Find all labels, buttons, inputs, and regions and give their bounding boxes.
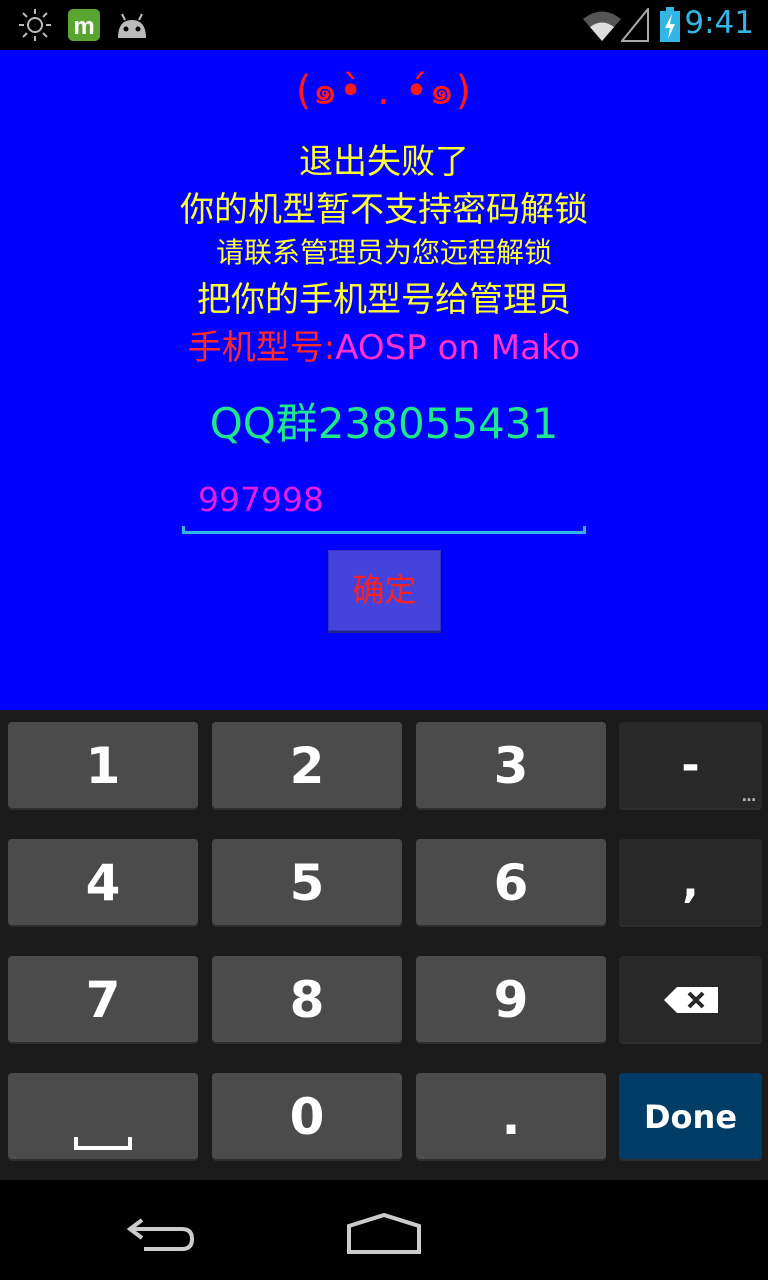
lock-screen-panel: (๑•̀ . •́๑) 退出失败了 你的机型暂不支持密码解锁 请联系管理员为您远… bbox=[0, 50, 768, 710]
svg-text:m: m bbox=[73, 13, 94, 40]
status-bar: m 9:41 bbox=[0, 0, 768, 50]
signal-icon bbox=[619, 6, 649, 46]
android-icon bbox=[114, 12, 150, 44]
contact-admin-text: 请联系管理员为您远程解锁 bbox=[215, 236, 552, 269]
home-icon[interactable] bbox=[346, 1212, 422, 1260]
key-7[interactable]: 7 bbox=[8, 956, 198, 1042]
back-icon[interactable] bbox=[124, 1214, 196, 1258]
clock-time: 9:41 bbox=[684, 5, 754, 41]
key-9[interactable]: 9 bbox=[416, 956, 606, 1042]
key-0[interactable]: 0 bbox=[212, 1073, 402, 1159]
space-icon bbox=[74, 1135, 132, 1154]
password-value: 997998 bbox=[198, 480, 324, 519]
numeric-keyboard: 1 2 3 - … 4 5 6 , 7 8 9 0 . Done bbox=[0, 710, 768, 1180]
unsupported-text: 你的机型暂不支持密码解锁 bbox=[180, 190, 588, 230]
send-model-text: 把你的手机型号给管理员 bbox=[197, 280, 571, 320]
wifi-icon bbox=[582, 10, 622, 46]
key-6[interactable]: 6 bbox=[416, 839, 606, 925]
key-2[interactable]: 2 bbox=[212, 722, 402, 808]
key-space[interactable] bbox=[8, 1073, 198, 1159]
password-input[interactable]: 997998 bbox=[182, 480, 586, 534]
input-underline bbox=[182, 526, 586, 534]
app-m-icon: m bbox=[67, 8, 101, 46]
device-model-line: 手机型号:AOSP on Mako bbox=[0, 320, 768, 369]
confirm-button[interactable]: 确定 bbox=[328, 550, 441, 631]
key-comma[interactable]: , bbox=[619, 839, 762, 925]
key-dash[interactable]: - … bbox=[619, 722, 762, 808]
brightness-icon bbox=[18, 8, 52, 46]
key-8[interactable]: 8 bbox=[212, 956, 402, 1042]
kaomoji-face: (๑•̀ . •́๑) bbox=[295, 68, 473, 114]
backspace-icon bbox=[663, 986, 719, 1018]
exit-failed-text: 退出失败了 bbox=[299, 142, 469, 182]
key-dot[interactable]: . bbox=[416, 1073, 606, 1159]
done-key[interactable]: Done bbox=[619, 1073, 762, 1159]
device-model-value: AOSP on Mako bbox=[335, 328, 581, 368]
key-3[interactable]: 3 bbox=[416, 722, 606, 808]
battery-charging-icon bbox=[659, 7, 681, 47]
key-backspace[interactable] bbox=[619, 956, 762, 1042]
qq-group-text: QQ群238055431 bbox=[209, 399, 559, 448]
key-1[interactable]: 1 bbox=[8, 722, 198, 808]
key-5[interactable]: 5 bbox=[212, 839, 402, 925]
more-dots-icon: … bbox=[742, 789, 756, 805]
navigation-bar bbox=[0, 1180, 768, 1280]
device-model-label: 手机型号: bbox=[187, 328, 336, 368]
key-4[interactable]: 4 bbox=[8, 839, 198, 925]
